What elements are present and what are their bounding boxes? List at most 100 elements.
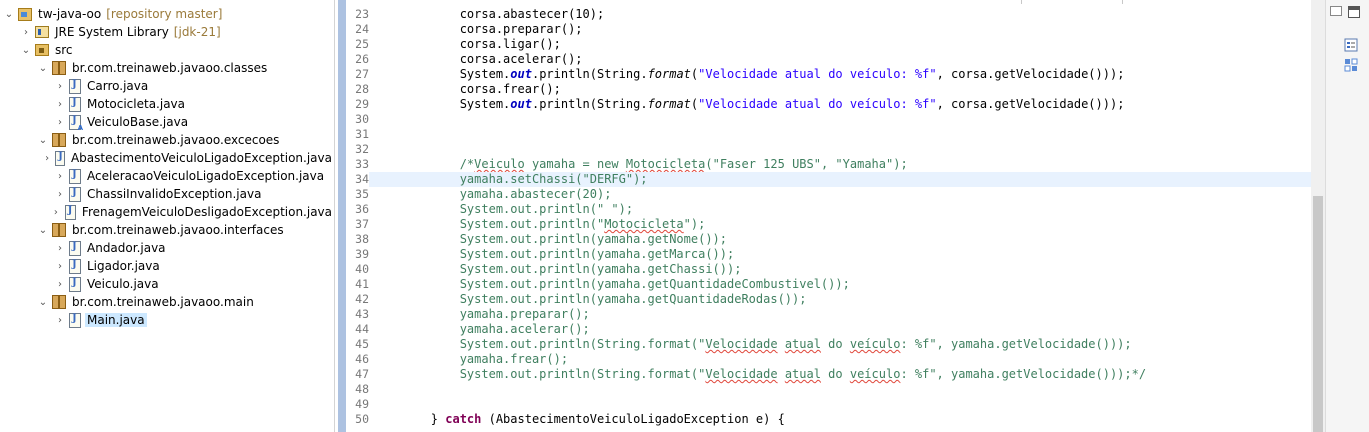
chevron-right-icon[interactable]: › <box>21 27 31 38</box>
tree-item-jre[interactable]: › JRE System Library [jdk-21] <box>0 23 334 41</box>
scrollbar-thumb[interactable] <box>1313 196 1323 432</box>
code-line[interactable]: corsa.abastecer(10); <box>373 7 605 22</box>
line-number: 38 <box>355 232 369 246</box>
code-line[interactable]: yamaha.preparar(); <box>373 307 590 322</box>
line-number: 40 <box>355 262 369 276</box>
tree-item-pkg-excecoes[interactable]: ⌄ br.com.treinaweb.javaoo.excecoes <box>0 131 334 149</box>
chevron-right-icon[interactable]: › <box>55 81 65 92</box>
tree-item-project[interactable]: ⌄ tw-java-oo [repository master] <box>0 5 334 23</box>
code-token: , corsa.getVelocidade())); <box>936 67 1125 81</box>
code-token: Motocicleta <box>625 157 706 171</box>
tree-item-label: JRE System Library <box>55 25 169 39</box>
line-number: 34 <box>355 172 369 186</box>
outline-view-icon[interactable] <box>1344 38 1358 52</box>
chevron-right-icon[interactable]: › <box>43 153 51 164</box>
editor-vertical-scrollbar[interactable] <box>1311 0 1325 432</box>
chevron-right-icon[interactable]: › <box>55 315 65 326</box>
java-file-icon <box>69 186 81 202</box>
tree-item-main[interactable]: › Main.java <box>0 311 334 329</box>
code-token: (AbastecimentoVeiculoLigadoException e) … <box>481 412 785 426</box>
chevron-down-icon[interactable]: ⌄ <box>4 9 14 20</box>
maximize-icon[interactable] <box>1348 6 1360 18</box>
code-line[interactable]: corsa.preparar(); <box>373 22 583 37</box>
chevron-down-icon[interactable]: ⌄ <box>38 225 48 236</box>
tree-item-pkg-classes[interactable]: ⌄ br.com.treinaweb.javaoo.classes <box>0 59 334 77</box>
code-editor[interactable]: 23 24 25 26 27 28 29 30 31 32 33 34 35 36 37 38 39 40 41 42… <box>335 0 1325 432</box>
code-line[interactable]: System.out.println(String.format("Veloci… <box>373 67 1125 82</box>
chevron-right-icon[interactable]: › <box>55 279 65 290</box>
code-token: yamaha.frear(); <box>373 352 569 366</box>
tree-item-ligador[interactable]: › Ligador.java <box>0 257 334 275</box>
code-token: .println(String. <box>531 67 648 81</box>
code-line[interactable]: /*Veiculo yamaha = new Motocicleta("Fase… <box>373 157 908 172</box>
chevron-down-icon[interactable]: ⌄ <box>38 135 48 146</box>
tree-item-label: tw-java-oo <box>38 7 102 21</box>
chevron-right-icon[interactable]: › <box>55 261 65 272</box>
chevron-right-icon[interactable]: › <box>55 171 65 182</box>
line-number: 29 <box>355 97 369 111</box>
code-token: System. <box>373 97 511 111</box>
chevron-down-icon[interactable]: ⌄ <box>21 45 31 56</box>
code-token: format <box>647 67 691 81</box>
tree-item-ex4[interactable]: › FrenagemVeiculoDesligadoException.java <box>0 203 334 221</box>
code-line[interactable]: System.out.println(yamaha.getQuantidadeC… <box>373 277 850 292</box>
code-token: do <box>820 337 850 351</box>
tree-item-motocicleta[interactable]: › Motocicleta.java <box>0 95 334 113</box>
chevron-right-icon[interactable]: › <box>55 189 65 200</box>
code-line[interactable]: System.out.println(String.format("Veloci… <box>373 367 1146 382</box>
package-icon <box>52 223 66 237</box>
line-number: 23 <box>355 7 369 21</box>
line-number: 28 <box>355 82 369 96</box>
tree-item-label: Motocicleta.java <box>87 97 186 111</box>
tree-item-ex2[interactable]: › AceleracaoVeiculoLigadoException.java <box>0 167 334 185</box>
tree-item-andador[interactable]: › Andador.java <box>0 239 334 257</box>
code-line[interactable]: yamaha.acelerar(); <box>373 322 590 337</box>
code-line[interactable]: System.out.println(" "); <box>373 202 633 217</box>
code-line[interactable]: yamaha.frear(); <box>373 352 568 367</box>
code-line[interactable]: System.out.println(yamaha.getQuantidadeR… <box>373 292 807 307</box>
tree-item-ex3[interactable]: › ChassiInvalidoException.java <box>0 185 334 203</box>
code-token: do <box>820 367 850 381</box>
line-number: 25 <box>355 37 369 51</box>
chevron-down-icon[interactable]: ⌄ <box>38 63 48 74</box>
tree-item-label: src <box>55 43 73 57</box>
tree-item-label: br.com.treinaweb.javaoo.main <box>72 295 254 309</box>
tree-item-src[interactable]: ⌄ src <box>0 41 334 59</box>
code-line[interactable]: System.out.println(yamaha.getMarca()); <box>373 247 735 262</box>
chevron-right-icon[interactable]: › <box>55 243 65 254</box>
code-line[interactable]: System.out.println(String.format("Veloci… <box>373 97 1125 112</box>
code-line[interactable]: System.out.println("Motocicleta"); <box>373 217 706 232</box>
code-line[interactable]: yamaha.setChassi("DERFG"); <box>369 172 1313 187</box>
code-text-area[interactable]: corsa.abastecer(10); corsa.preparar(); c… <box>369 0 1323 432</box>
code-line[interactable]: System.out.println(yamaha.getNome()); <box>373 232 727 247</box>
tree-item-pkg-main[interactable]: ⌄ br.com.treinaweb.javaoo.main <box>0 293 334 311</box>
line-number: 33 <box>355 157 369 171</box>
line-number: 30 <box>355 112 369 126</box>
code-line[interactable]: } catch (AbastecimentoVeiculoLigadoExcep… <box>373 412 785 427</box>
chevron-right-icon[interactable]: › <box>55 99 65 110</box>
tree-item-decoration: [jdk-21] <box>173 25 221 39</box>
code-line[interactable]: corsa.frear(); <box>373 82 561 97</box>
code-line[interactable]: corsa.ligar(); <box>373 37 561 52</box>
tree-item-carro[interactable]: › Carro.java <box>0 77 334 95</box>
code-line[interactable]: System.out.println(yamaha.getChassi()); <box>373 262 742 277</box>
tree-item-label: Andador.java <box>87 241 166 255</box>
chevron-right-icon[interactable]: › <box>51 207 60 218</box>
java-file-icon <box>69 168 81 184</box>
tree-item-pkg-interfaces[interactable]: ⌄ br.com.treinaweb.javaoo.interfaces <box>0 221 334 239</box>
task-list-view-icon[interactable] <box>1344 58 1358 72</box>
code-token: System.out.println(yamaha.getQuantidadeR… <box>373 292 807 306</box>
package-icon <box>52 133 66 147</box>
code-line[interactable]: yamaha.abastecer(20); <box>373 187 612 202</box>
chevron-down-icon[interactable]: ⌄ <box>38 297 48 308</box>
tree-item-veiculo[interactable]: › Veiculo.java <box>0 275 334 293</box>
chevron-right-icon[interactable]: › <box>55 117 65 128</box>
tree-item-veiculobase[interactable]: › VeiculoBase.java <box>0 113 334 132</box>
code-line[interactable]: System.out.println(String.format("Veloci… <box>373 337 1132 352</box>
code-line[interactable]: corsa.acelerar(); <box>373 52 583 67</box>
restore-icon[interactable] <box>1330 6 1342 16</box>
line-number-ruler: 23 24 25 26 27 28 29 30 31 32 33 34 35 36 37 38 39 40 41 42… <box>349 0 369 432</box>
line-number: 48 <box>355 382 369 396</box>
java-file-icon <box>69 78 81 94</box>
tree-item-ex1[interactable]: › AbastecimentoVeiculoLigadoException.jav… <box>0 149 334 167</box>
